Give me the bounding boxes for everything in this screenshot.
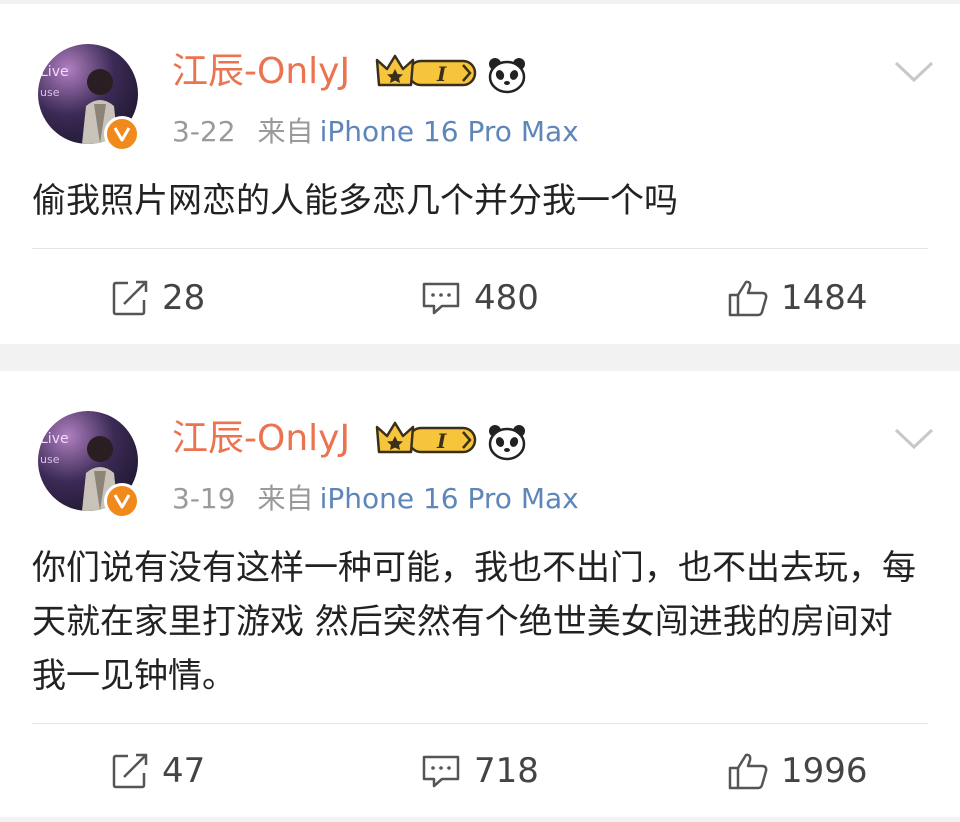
comment-count: 480: [474, 278, 539, 318]
post-date: 3-22: [172, 115, 236, 148]
post-card: Live use 江辰-OnlyJ I: [0, 4, 960, 344]
post-text[interactable]: 你们说有没有这样一种可能，我也不出门，也不出去玩，每天就在家里打游戏 然后突然有…: [32, 541, 920, 703]
weibo-feed: Live use 江辰-OnlyJ I 3-22 来自 iPhone 16 Pr…: [0, 0, 960, 822]
divider: [32, 723, 928, 724]
verified-badge-icon: [104, 116, 140, 152]
post-source-label: 来自: [257, 482, 314, 515]
comment-button[interactable]: 480: [420, 268, 539, 328]
post-device[interactable]: iPhone 16 Pro Max: [320, 115, 579, 148]
repost-button[interactable]: 47: [110, 741, 205, 801]
like-icon: [728, 753, 768, 790]
like-button[interactable]: 1484: [727, 268, 868, 328]
member-crown-icon[interactable]: I: [375, 419, 479, 459]
svg-text:use: use: [40, 86, 60, 99]
action-bar: 28 480 1484: [0, 268, 960, 328]
repost-button[interactable]: 28: [110, 268, 205, 328]
repost-count: 28: [162, 278, 206, 318]
comment-icon: [422, 755, 460, 788]
like-count: 1484: [781, 278, 868, 318]
svg-text:I: I: [436, 429, 447, 453]
divider: [32, 248, 928, 249]
repost-icon: [112, 753, 148, 789]
post-card: Live use 江辰-OnlyJ I: [0, 371, 960, 817]
repost-icon: [112, 280, 148, 316]
member-crown-icon[interactable]: I: [375, 52, 479, 92]
like-icon: [728, 280, 768, 317]
chevron-down-icon[interactable]: [894, 60, 934, 84]
post-text[interactable]: 偷我照片网恋的人能多恋几个并分我一个吗: [32, 174, 920, 228]
post-meta: 3-22 来自 iPhone 16 Pro Max: [172, 114, 579, 150]
post-device[interactable]: iPhone 16 Pro Max: [320, 482, 579, 515]
repost-count: 47: [162, 751, 206, 791]
username[interactable]: 江辰-OnlyJ: [172, 417, 350, 461]
svg-text:Live: Live: [40, 64, 69, 80]
svg-text:use: use: [40, 453, 60, 466]
comment-button[interactable]: 718: [420, 741, 539, 801]
username[interactable]: 江辰-OnlyJ: [172, 50, 350, 94]
panda-icon: [488, 58, 526, 94]
comment-icon: [422, 282, 460, 315]
panda-icon: [488, 425, 526, 461]
action-bar: 47 718 1996: [0, 741, 960, 801]
svg-text:Live: Live: [40, 431, 69, 447]
post-source-label: 来自: [257, 115, 314, 148]
verified-badge-icon: [104, 483, 140, 519]
like-count: 1996: [781, 751, 868, 791]
chevron-down-icon[interactable]: [894, 427, 934, 451]
svg-text:I: I: [436, 62, 447, 86]
post-meta: 3-19 来自 iPhone 16 Pro Max: [172, 481, 579, 517]
comment-count: 718: [474, 751, 539, 791]
like-button[interactable]: 1996: [727, 741, 868, 801]
post-date: 3-19: [172, 482, 236, 515]
